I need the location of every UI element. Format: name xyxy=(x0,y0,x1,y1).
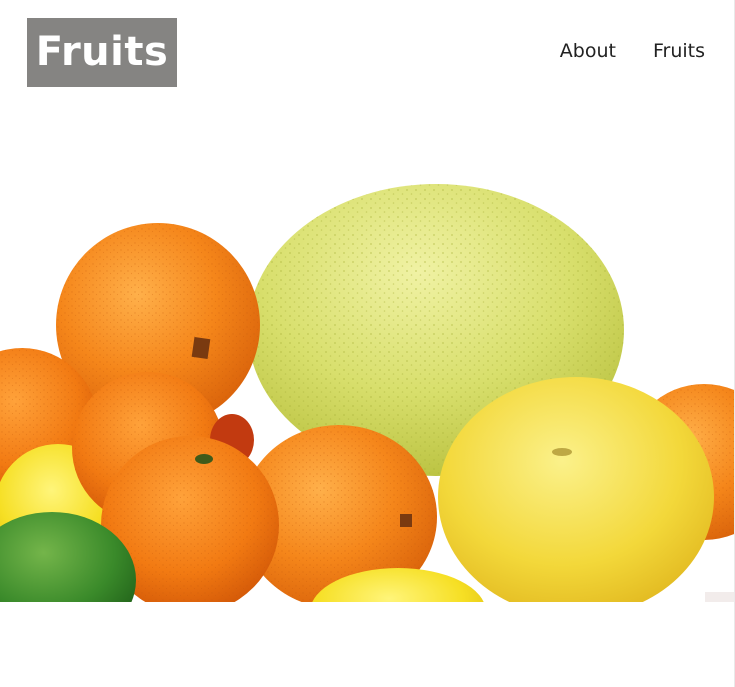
hero-image xyxy=(0,170,735,602)
main-nav: About Fruits xyxy=(560,38,705,64)
site-logo[interactable]: Fruits xyxy=(27,18,177,87)
nav-link-fruits[interactable]: Fruits xyxy=(653,38,705,64)
nav-link-about[interactable]: About xyxy=(560,38,616,64)
citrus-fruits-illustration xyxy=(0,184,735,602)
background-shadow xyxy=(705,592,735,602)
page: Fruits About Fruits xyxy=(0,0,735,687)
